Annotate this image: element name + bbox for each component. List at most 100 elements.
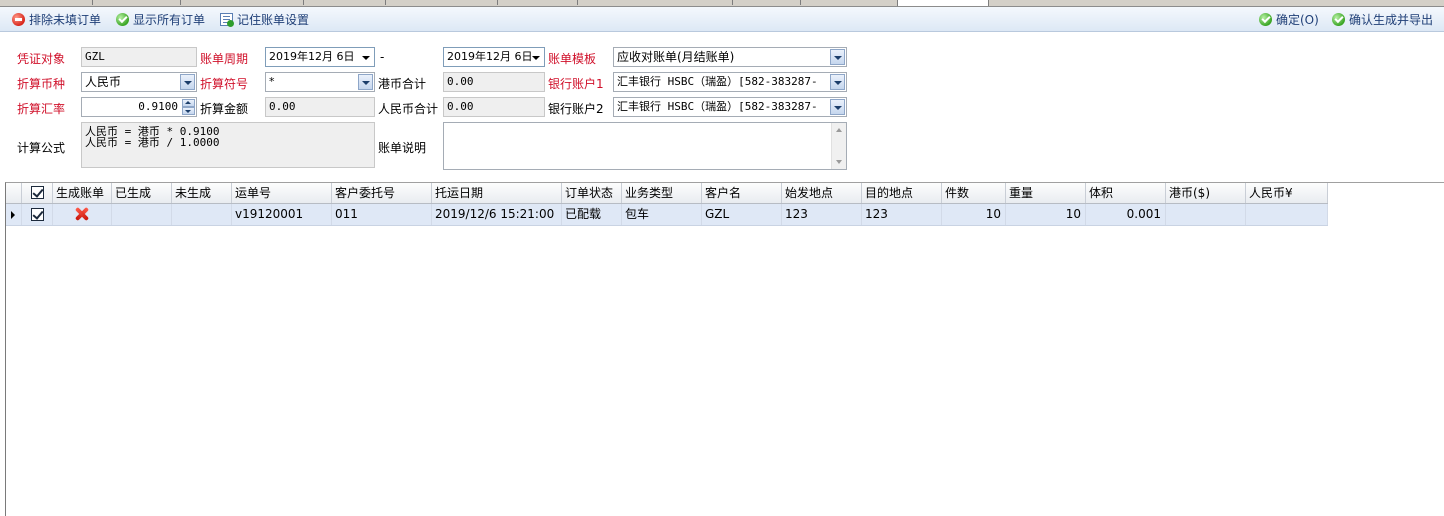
chevron-down-icon[interactable] — [830, 99, 845, 115]
chevron-down-icon[interactable] — [830, 74, 845, 90]
formula-box: 人民币 = 港币 * 0.9100 人民币 = 港币 / 1.0000 — [81, 122, 375, 168]
tab-divider — [385, 0, 386, 5]
bank-account2-select[interactable]: 汇丰银行 HSBC（瑞盈）[582-383287- — [613, 97, 847, 117]
select-all-header[interactable] — [22, 183, 53, 203]
col-header[interactable]: 重量 — [1006, 183, 1086, 203]
col-header[interactable]: 业务类型 — [622, 183, 702, 203]
grid-header: 生成账单 已生成 未生成 运单号 客户委托号 托运日期 订单状态 业务类型 客户… — [6, 183, 1328, 204]
period-end-picker[interactable]: 2019年12月 6日 — [443, 47, 545, 67]
origin-cell[interactable]: 123 — [782, 204, 862, 225]
select-all-checkbox[interactable] — [31, 186, 44, 199]
bill-note-scrollbar[interactable] — [831, 123, 846, 169]
settings-sheet-icon — [220, 12, 234, 27]
tab-divider — [732, 0, 733, 5]
row-select-cell[interactable] — [22, 204, 53, 225]
conv-rate-spinner[interactable]: 0.9100 — [81, 97, 197, 117]
period-start-value: 2019年12月 6日 — [269, 50, 355, 63]
formula-line: 人民币 = 港币 / 1.0000 — [85, 136, 220, 149]
col-header[interactable]: 未生成 — [172, 183, 232, 203]
generated-cell[interactable] — [112, 204, 172, 225]
col-header[interactable]: 体积 — [1086, 183, 1166, 203]
minus-circle-icon — [12, 12, 25, 26]
col-header[interactable]: 托运日期 — [432, 183, 562, 203]
generate-bill-cell[interactable] — [53, 204, 112, 225]
business-type-cell[interactable]: 包车 — [622, 204, 702, 225]
conv-symbol-value: * — [269, 75, 275, 88]
period-start-picker[interactable]: 2019年12月 6日 — [265, 47, 375, 67]
confirm-export-label: 确认生成并导出 — [1349, 12, 1434, 27]
bank-account1-label: 银行账户1 — [548, 77, 604, 91]
row-pointer-icon — [11, 211, 15, 219]
row-checkbox[interactable] — [31, 208, 44, 221]
waybill-cell[interactable]: v19120001 — [232, 204, 332, 225]
bill-note-label: 账单说明 — [378, 141, 427, 155]
client-ref-cell[interactable]: 011 — [332, 204, 432, 225]
conv-symbol-label: 折算符号 — [200, 77, 249, 91]
bill-template-label: 账单模板 — [548, 52, 597, 66]
chevron-down-icon[interactable] — [530, 48, 542, 66]
x-icon[interactable] — [75, 207, 89, 221]
scroll-down-icon[interactable] — [832, 155, 846, 169]
confirm-export-button[interactable]: 确认生成并导出 — [1332, 11, 1433, 27]
volume-cell[interactable]: 0.001 — [1086, 204, 1166, 225]
row-indicator-header — [6, 183, 22, 203]
col-header[interactable]: 运单号 — [232, 183, 332, 203]
rmb-cell[interactable] — [1246, 204, 1328, 225]
conv-rate-label: 折算汇率 — [17, 102, 66, 116]
voucher-target-label: 凭证对象 — [17, 52, 66, 66]
ship-date-cell[interactable]: 2019/12/6 15:21:00 — [432, 204, 562, 225]
col-header[interactable]: 生成账单 — [53, 183, 112, 203]
order-status-cell[interactable]: 已配载 — [562, 204, 622, 225]
tab-divider — [577, 0, 578, 5]
ok-button[interactable]: 确定(O) — [1259, 11, 1319, 27]
chevron-down-icon[interactable] — [180, 74, 195, 90]
tab-divider — [92, 0, 93, 5]
weight-cell[interactable]: 10 — [1006, 204, 1086, 225]
col-header[interactable]: 订单状态 — [562, 183, 622, 203]
tab-divider — [180, 0, 181, 5]
customer-cell[interactable]: GZL — [702, 204, 782, 225]
chevron-down-icon[interactable] — [830, 49, 845, 65]
col-header[interactable]: 已生成 — [112, 183, 172, 203]
conv-amount-field[interactable]: 0.00 — [265, 97, 375, 117]
hkd-cell[interactable] — [1166, 204, 1246, 225]
bank-account1-select[interactable]: 汇丰银行 HSBC（瑞盈）[582-383287- — [613, 72, 847, 92]
tab-active[interactable] — [897, 0, 989, 6]
col-header[interactable]: 始发地点 — [782, 183, 862, 203]
tab-divider — [800, 0, 801, 5]
conv-currency-select[interactable]: 人民币 — [81, 72, 197, 92]
scroll-up-icon[interactable] — [832, 123, 846, 137]
show-all-orders-button[interactable]: 显示所有订单 — [116, 11, 205, 27]
bill-settings-form: 凭证对象 GZL 账单周期 2019年12月 6日 - 2019年12月 6日 … — [6, 33, 1442, 178]
spinner-arrows-icon[interactable] — [182, 99, 195, 115]
chevron-down-icon[interactable] — [360, 48, 372, 66]
col-header[interactable]: 件数 — [942, 183, 1006, 203]
col-header[interactable]: 目的地点 — [862, 183, 942, 203]
exclude-unfilled-button[interactable]: 排除未填订单 — [12, 11, 101, 27]
check-circle-icon — [1259, 12, 1272, 26]
col-header[interactable]: 客户委托号 — [332, 183, 432, 203]
col-header[interactable]: 人民币¥ — [1246, 183, 1328, 203]
conv-currency-value: 人民币 — [85, 75, 122, 89]
tab-divider — [303, 0, 304, 5]
bill-template-value: 应收对账单(月结账单) — [617, 50, 735, 64]
pieces-cell[interactable]: 10 — [942, 204, 1006, 225]
table-row[interactable]: v19120001 011 2019/12/6 15:21:00 已配载 包车 … — [6, 204, 1328, 226]
rmb-total-field[interactable]: 0.00 — [443, 97, 545, 117]
hkd-total-field[interactable]: 0.00 — [443, 72, 545, 92]
chevron-down-icon[interactable] — [358, 74, 373, 90]
formula-label: 计算公式 — [17, 141, 66, 155]
not-generated-cell[interactable] — [172, 204, 232, 225]
destination-cell[interactable]: 123 — [862, 204, 942, 225]
tab-strip[interactable] — [0, 0, 1444, 7]
voucher-target-field[interactable]: GZL — [81, 47, 197, 67]
remember-settings-button[interactable]: 记住账单设置 — [220, 11, 309, 27]
exclude-unfilled-label: 排除未填订单 — [29, 12, 102, 27]
bank-account2-value: 汇丰银行 HSBC（瑞盈）[582-383287- — [617, 100, 818, 113]
col-header[interactable]: 客户名 — [702, 183, 782, 203]
conv-symbol-select[interactable]: * — [265, 72, 375, 92]
bill-template-select[interactable]: 应收对账单(月结账单) — [613, 47, 847, 67]
check-circle-icon — [1332, 12, 1345, 26]
bill-note-textarea[interactable] — [443, 122, 847, 170]
col-header[interactable]: 港币($) — [1166, 183, 1246, 203]
